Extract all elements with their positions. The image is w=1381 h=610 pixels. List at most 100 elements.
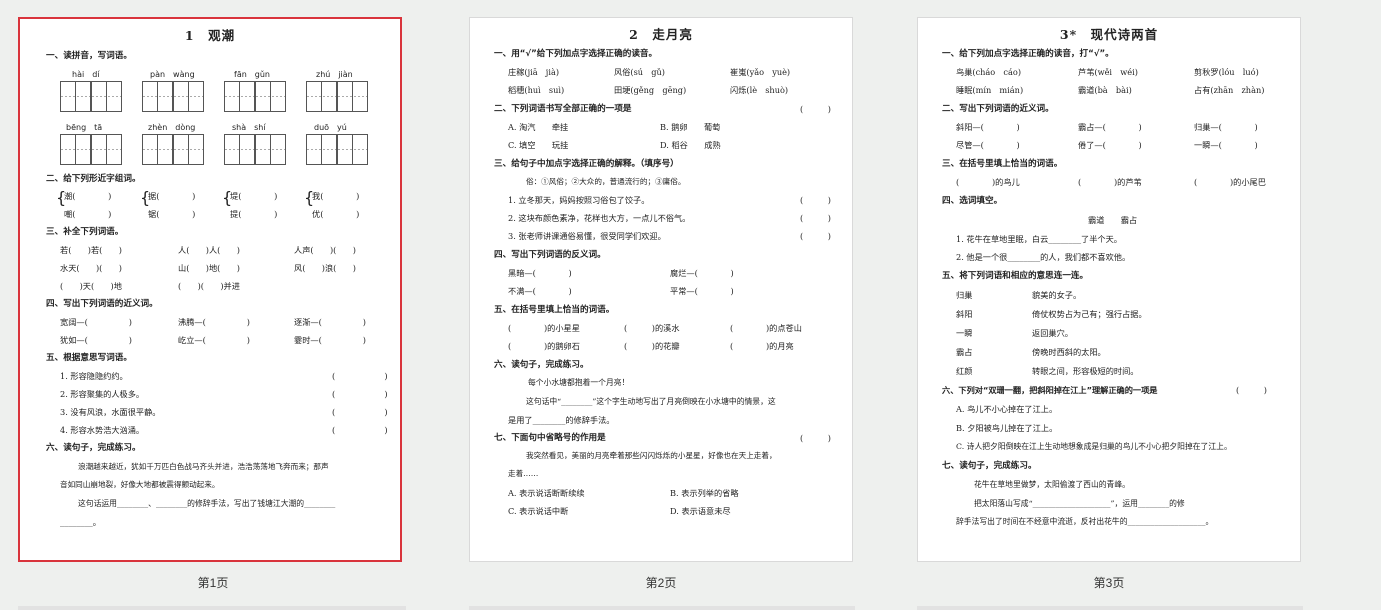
q7-option: C. 表示说话中断 [508, 506, 569, 516]
q3-item: ( )的芦苇 [1078, 177, 1142, 187]
section-heading: 二、给下列形近字组词。 [46, 174, 141, 184]
next-page-thumbnail[interactable] [917, 606, 1303, 610]
pinyin: zhú jiàn [316, 70, 353, 79]
answer-paren: ( ) [800, 231, 831, 241]
section-heading: 五、将下列词语和相应的意思连一连。 [942, 271, 1089, 281]
passage-text: 每个小水塘都抱着一个月亮！ [528, 378, 630, 387]
q1-item: 占有(zhān zhàn) [1194, 85, 1265, 95]
section-heading: 六、读句子，完成练习。 [494, 360, 589, 370]
q4-item: 腐烂—( ) [670, 268, 734, 278]
q2-option: B. 鹅卵 葡萄 [660, 122, 721, 132]
pinyin: fān gǔn [234, 70, 271, 79]
q4-item: 2. 他是一个很________的人，我们都不喜欢他。 [956, 252, 1131, 262]
answer-paren: ( ) [332, 371, 388, 381]
q5-item: 3. 没有风浪，水面很平静。 [60, 407, 161, 417]
page-thumbnail-1[interactable]: 1 观潮 一、读拼音，写词语。 hài dí pàn wàng fān gǔn … [18, 17, 402, 562]
answer-paren: ( ) [1236, 385, 1267, 395]
question-text: 这句话中“________”这个字生动地写出了月亮倒映在小水塘中的情景，这 [526, 397, 776, 406]
q4-item: 平常—( ) [670, 286, 734, 296]
q3-item: 风( )浪( ) [294, 263, 356, 273]
match-right: 貌美的女子。 [1032, 290, 1082, 300]
match-left: 一瞬 [956, 328, 973, 338]
q1-item: 庄稼(jiā jià) [508, 67, 560, 77]
q4-item: 沸腾—( ) [178, 317, 250, 327]
q3-item: 1. 立冬那天，妈妈按照习俗包了饺子。 [508, 195, 650, 205]
question-text: 是用了________的修辞手法。 [508, 415, 615, 425]
section-heading: 三、补全下列词语。 [46, 227, 124, 237]
section-heading: 七、下面句中省略号的作用是 [494, 433, 606, 443]
char-box [306, 134, 337, 165]
char-box [142, 81, 173, 112]
q4-item: 霎时—( ) [294, 335, 366, 345]
page-thumbnail-3[interactable]: 3* 现代诗两首 一、给下列加点字选择正确的读音，打“√”。 鸟巢(cháo c… [917, 17, 1301, 562]
q2-item: 一瞬—( ) [1194, 140, 1258, 150]
q2-item: 归巢—( ) [1194, 122, 1258, 132]
q3-item: 人声( )( ) [294, 245, 356, 255]
section-heading: 六、下列对“双珊一翻，把斜阳掉在江上”理解正确的一项是 [942, 385, 1158, 395]
page-title: 3* 现代诗两首 [1059, 27, 1159, 42]
q3-item: ( )的鸟儿 [956, 177, 1020, 187]
page-caption-2[interactable]: 第2页 [601, 574, 721, 591]
passage-text: 花牛在草地里做梦，太阳偷渡了西山的青峰。 [974, 480, 1130, 489]
q5-item: ( )的花瓣 [624, 341, 680, 351]
q6-option: C. 诗人把夕阳倒映在江上生动地想象成是归巢的鸟儿不小心把夕阳掉在了江上。 [956, 442, 1232, 451]
note-text: 俗：①风俗；②大众的，普通流行的；③庸俗。 [526, 177, 686, 186]
q4-item: 屹立—( ) [178, 335, 250, 345]
q4-item: 不满—( ) [508, 286, 572, 296]
q2-item: 堤( ) [230, 191, 278, 201]
section-heading: 一、用“√”给下列加点字选择正确的读音。 [494, 49, 658, 59]
char-box [173, 134, 204, 165]
q2-item: 据( ) [148, 191, 196, 201]
pinyin: hài dí [72, 70, 100, 79]
section-heading: 五、在括号里填上恰当的词语。 [494, 305, 615, 315]
q1-item: 剪秋罗(lóu luó) [1194, 67, 1259, 77]
char-box [60, 134, 91, 165]
q2-option: C. 填空 玩挂 [508, 140, 569, 150]
pinyin: zhèn dòng [148, 123, 196, 132]
char-box [255, 134, 286, 165]
match-left: 红颜 [956, 366, 973, 376]
char-box [60, 81, 91, 112]
pinyin: duō yú [314, 123, 347, 132]
section-heading: 四、写出下列词语的反义词。 [494, 250, 606, 260]
q2-item: 优( ) [312, 209, 360, 219]
q2-item: 斜阳—( ) [956, 122, 1020, 132]
q5-item: 2. 形容聚集的人极多。 [60, 389, 145, 399]
q3-item: 2. 这块布颜色素净，花样也大方，一点儿不俗气。 [508, 213, 691, 223]
q5-item: ( )的溪水 [624, 323, 680, 333]
section-heading: 五、根据意思写词语。 [46, 353, 132, 363]
page-thumbnail-2[interactable]: 2 走月亮 一、用“√”给下列加点字选择正确的读音。 庄稼(jiā jià) 风… [469, 17, 853, 562]
answer-paren: ( ) [332, 389, 388, 399]
q5-item: ( )的鹅卵石 [508, 341, 580, 351]
passage-text: 我突然看见，美丽的月亮牵着那些闪闪烁烁的小星星，好像也在天上走着， [526, 451, 777, 460]
q2-item: 嘲( ) [64, 209, 112, 219]
passage-text: 走着…… [508, 469, 539, 478]
q1-item: 稻穗(huì suì) [508, 85, 565, 95]
page-caption-3[interactable]: 第3页 [1049, 574, 1169, 591]
section-heading: 一、读拼音，写词语。 [46, 51, 132, 61]
match-right: 倚仗权势占为己有；强行占据。 [1032, 309, 1147, 319]
char-box [142, 134, 173, 165]
question-text: 辞手法写出了时间在不经意中流逝，反衬出花牛的__________________… [956, 517, 1214, 526]
q7-option: A. 表示说话断断续续 [508, 488, 585, 498]
char-box [173, 81, 204, 112]
q3-item: 人( )人( ) [178, 245, 240, 255]
section-heading: 六、读句子，完成练习。 [46, 443, 141, 453]
q5-item: ( )的月亮 [730, 341, 794, 351]
pinyin: bēng tā [66, 123, 103, 132]
passage-text: 浪潮越来越近，犹如千万匹白色战马齐头并进，浩浩荡荡地飞奔而来；那声 [78, 462, 329, 471]
char-box [91, 134, 122, 165]
word-bank: 霸道 霸占 [1088, 215, 1138, 225]
q5-item: ( )的小星星 [508, 323, 580, 333]
next-page-thumbnail[interactable] [469, 606, 855, 610]
q2-item: 潮( ) [64, 191, 112, 201]
q5-item: 1. 形容隐隐约约。 [60, 371, 128, 381]
section-heading: 三、给句子中加点字选择正确的解释。（填序号） [494, 159, 679, 169]
q1-item: 风俗(sú gǔ) [614, 67, 665, 77]
char-box [91, 81, 122, 112]
section-heading: 四、选词填空。 [942, 196, 1003, 206]
next-page-thumbnail[interactable] [18, 606, 406, 610]
answer-paren: ( ) [800, 433, 831, 443]
page-caption-1[interactable]: 第1页 [153, 574, 273, 591]
q1-item: 田埂(gěng gēng) [614, 85, 687, 95]
